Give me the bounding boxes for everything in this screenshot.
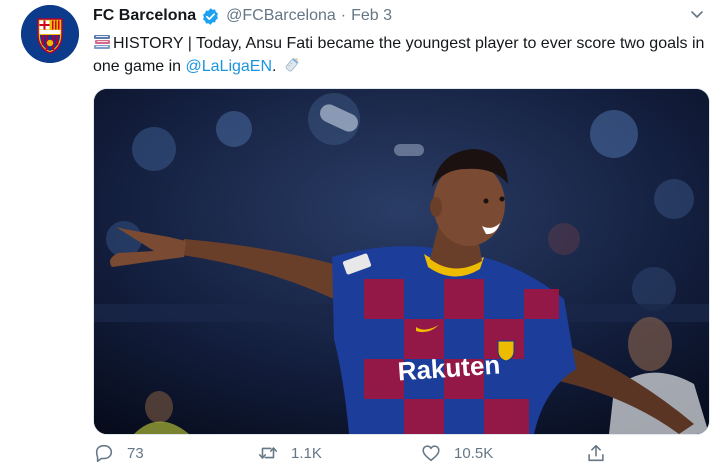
baby-bottle-emoji-icon — [282, 55, 302, 73]
separator-dot: · — [340, 7, 347, 24]
retweet-button[interactable]: 1.1K — [257, 442, 322, 464]
books-emoji-icon — [93, 34, 111, 50]
tweet-date[interactable]: Feb 3 — [351, 7, 392, 25]
tweet-text: HISTORY | Today, Ansu Fati became the yo… — [93, 32, 705, 78]
retweet-count: 1.1K — [291, 444, 322, 462]
mention-link[interactable]: @LaLigaEN — [186, 58, 273, 75]
tweet-actions: 73 1.1K 10.5K — [93, 442, 613, 468]
share-icon — [588, 444, 604, 462]
heart-icon — [422, 445, 440, 462]
author-name[interactable]: FC Barcelona — [93, 7, 196, 25]
reply-count: 73 — [127, 444, 144, 462]
player-celebration-image: Rakuten — [94, 89, 709, 434]
tweet-header: FC Barcelona @FCBarcelona · Feb 3 — [93, 5, 392, 27]
like-count: 10.5K — [454, 444, 494, 462]
verified-badge-icon — [201, 7, 220, 26]
reply-icon — [95, 444, 113, 463]
like-button[interactable]: 10.5K — [420, 442, 493, 464]
author-handle[interactable]: @FCBarcelona — [226, 7, 336, 25]
tweet-body-end: . — [272, 58, 277, 75]
reply-button[interactable]: 73 — [93, 442, 144, 464]
fcb-crest-icon — [21, 5, 79, 63]
avatar[interactable] — [21, 5, 79, 63]
share-button[interactable] — [585, 442, 607, 464]
retweet-icon — [258, 447, 278, 459]
more-options-chevron-down-icon[interactable] — [689, 6, 705, 22]
tweet-media-photo[interactable]: Rakuten — [93, 88, 710, 435]
